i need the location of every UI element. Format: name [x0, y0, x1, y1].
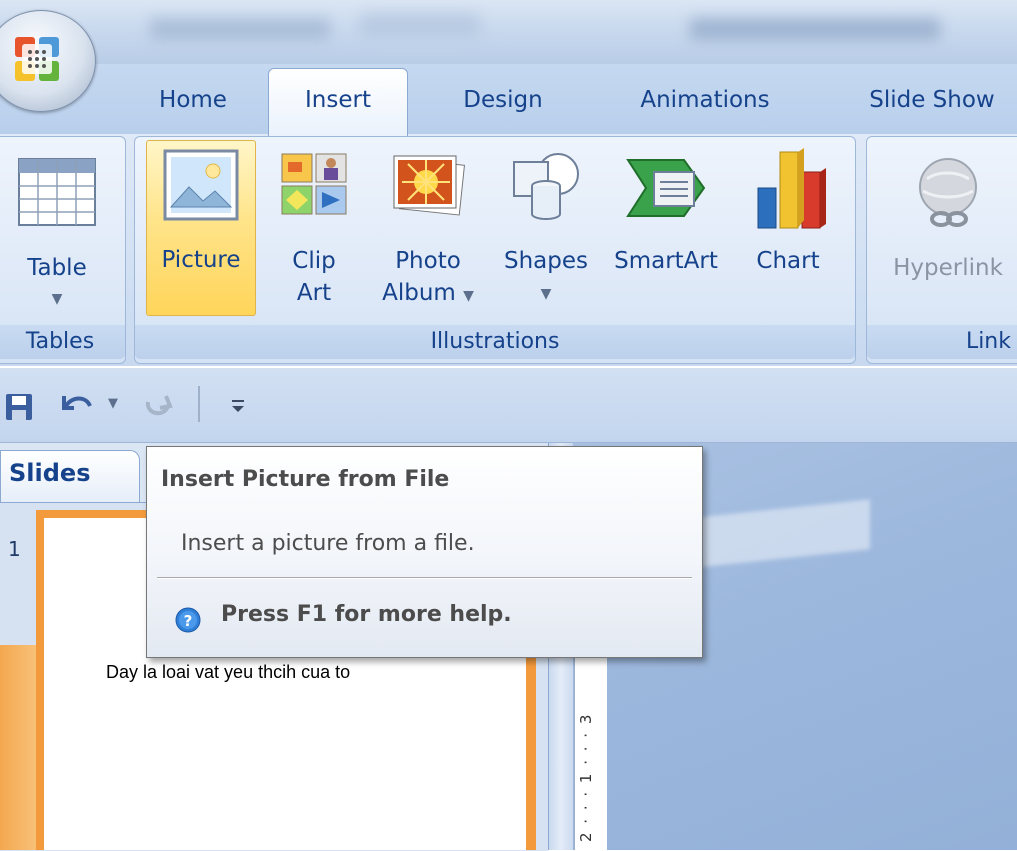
hyperlink-label: Hyperlink — [893, 255, 1003, 281]
tab-slides[interactable]: Slides — [0, 450, 140, 502]
toolbar-separator — [198, 386, 200, 422]
undo-dropdown-arrow[interactable]: ▼ — [108, 396, 118, 411]
picture-button[interactable]: Picture — [146, 140, 256, 316]
svg-text:?: ? — [184, 612, 193, 630]
save-icon[interactable] — [4, 392, 34, 422]
group-tables-label: Tables — [0, 325, 125, 359]
office-button-icon — [15, 37, 59, 81]
hyperlink-button[interactable]: Hyperlink — [873, 145, 1017, 315]
customize-qat-icon[interactable] — [230, 398, 246, 414]
title-blur — [150, 18, 330, 40]
photo-album-label-text: Album — [382, 280, 456, 306]
selected-slide-marker — [0, 645, 38, 850]
slide-thumbnail-text: Day la loai vat yeu thcih cua to — [106, 662, 351, 682]
tooltip-title: Insert Picture from File — [161, 467, 450, 492]
clip-art-label-line1: Clip — [292, 248, 336, 274]
shapes-label: Shapes — [503, 248, 588, 274]
tab-insert[interactable]: Insert — [268, 68, 408, 136]
clip-art-icon — [281, 153, 347, 215]
tooltip-separator — [157, 577, 692, 579]
tab-insert-label: Insert — [305, 87, 371, 113]
photo-album-label-line2: Album ▼ — [368, 278, 488, 312]
title-bar — [0, 0, 1017, 64]
photo-album-dropdown-arrow: ▼ — [463, 288, 474, 304]
picture-label: Picture — [161, 247, 241, 273]
tooltip: Insert Picture from File Insert a pictur… — [146, 446, 703, 658]
picture-icon — [163, 149, 239, 221]
undo-icon[interactable] — [58, 390, 98, 420]
shapes-icon — [513, 153, 579, 220]
chart-button[interactable]: Chart — [738, 140, 838, 314]
tab-animations[interactable]: Animations — [612, 76, 798, 124]
photo-album-button[interactable]: Photo Album ▼ — [368, 140, 488, 314]
shapes-dropdown-arrow: ▼ — [540, 286, 552, 302]
clip-art-label-line2: Art — [296, 280, 332, 306]
group-links-label: Link — [867, 325, 1017, 359]
clip-art-button[interactable]: Clip Art — [266, 140, 362, 314]
table-label: Table — [27, 255, 87, 281]
redo-icon[interactable] — [140, 390, 176, 422]
photo-album-icon — [393, 155, 465, 216]
smartart-icon — [626, 159, 706, 217]
tooltip-help-text: Press F1 for more help. — [221, 602, 512, 627]
photo-album-label-line1: Photo — [395, 248, 461, 274]
tab-slide-show[interactable]: Slide Show — [848, 76, 1016, 124]
ruler-marks: 2 · · · 1 · · · 3 — [577, 712, 595, 842]
smartart-label: SmartArt — [614, 248, 718, 274]
group-links: Hyperlink Link — [866, 136, 1017, 364]
table-dropdown-arrow: ▼ — [51, 291, 63, 307]
quick-access-toolbar: ▼ — [0, 368, 1017, 443]
shapes-button[interactable]: Shapes ▼ — [494, 140, 598, 314]
group-illustrations-label: Illustrations — [135, 325, 855, 359]
table-button[interactable]: Table ▼ — [1, 145, 113, 315]
title-blur — [690, 18, 940, 40]
tab-design[interactable]: Design — [440, 76, 566, 124]
slide-number: 1 — [8, 537, 21, 561]
tab-home[interactable]: Home — [138, 76, 248, 124]
table-icon — [18, 158, 96, 226]
help-icon: ? — [175, 607, 201, 633]
smartart-button[interactable]: SmartArt — [604, 140, 728, 314]
tooltip-description: Insert a picture from a file. — [181, 531, 475, 556]
title-blur — [360, 14, 480, 36]
hyperlink-icon — [919, 158, 977, 227]
chart-label: Chart — [756, 248, 820, 274]
chart-icon — [757, 148, 826, 229]
group-tables: Table ▼ Tables — [0, 136, 126, 364]
